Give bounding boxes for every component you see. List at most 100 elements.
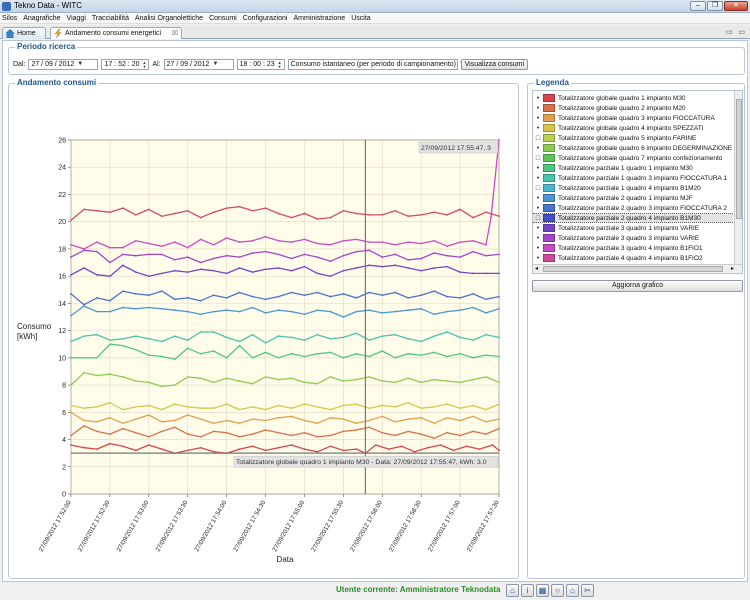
legend-item[interactable]: • Totalizzatore parziale 3 quadro 3 impia… [533,233,733,243]
data-point [186,246,189,249]
legend-toggle-mark[interactable]: • [533,145,543,152]
lock-icon[interactable]: ⌂ [566,584,579,597]
menu-consumi[interactable]: Consumi [209,13,237,23]
legend-toggle-mark[interactable]: □ [533,185,543,192]
menu-tracciabilita[interactable]: Tracciabilità [92,13,129,23]
legend-item[interactable]: • Totalizzatore globale quadro 3 impianto… [533,113,733,123]
legend-item[interactable]: • Totalizzatore parziale 3 quadro 4 impia… [533,243,733,253]
chevron-down-icon: ▼ [77,61,84,67]
legend-item[interactable]: □ Totalizzatore parziale 1 quadro 4 impia… [533,183,733,193]
data-point [212,350,215,352]
legend-horizontal-scrollbar[interactable]: ◂ ▸ [533,264,742,273]
data-point [238,310,241,313]
menu-amministrazione[interactable]: Amministrazione [293,13,345,23]
data-point [355,448,358,450]
consumo-mode-value: Consumo istantaneo (per periodo di campi… [290,61,456,68]
data-point [368,241,371,244]
legend-item[interactable]: • Totalizzatore parziale 2 quadro 1 impia… [533,193,733,203]
info-icon[interactable]: i [521,584,534,597]
legend-item[interactable]: □ Totalizzatore globale quadro 7 impianto… [533,153,733,163]
data-point [498,253,500,256]
close-button[interactable]: ✕ [724,1,748,11]
data-point [446,431,448,434]
legend-toggle-mark[interactable]: • [533,105,543,112]
data-point [134,418,137,420]
dal-date-picker[interactable]: 27 / 09 / 2012 ▼ [28,59,99,70]
data-point [433,406,436,408]
legend-item[interactable]: □ Totalizzatore globale quadro 5 impianto… [533,133,733,143]
legend-toggle-mark[interactable]: • [533,95,543,102]
home-icon[interactable]: ⌂ [506,584,519,597]
data-point [387,448,390,450]
legend-color-swatch [543,204,555,212]
tab-andamento-consumi[interactable]: Andamento consumi energetici ☒ [50,27,182,39]
data-point [498,295,500,298]
tab-close-icon[interactable]: ☒ [172,28,178,39]
dal-time-input[interactable]: 17 : 52 : 20 ▲ ▼ [101,59,150,70]
legend-toggle-mark[interactable]: • [533,235,543,242]
legend-color-swatch [543,224,555,232]
minimize-button[interactable]: – [690,1,706,11]
title-bar: Tekno Data - WITC – ❐ ✕ [0,0,750,13]
legend-item[interactable]: • Totalizzatore parziale 1 quadro 3 impia… [533,173,733,183]
grid-icon[interactable]: ▦ [536,584,549,597]
data-point [472,293,474,295]
legend-item[interactable]: • Totalizzatore globale quadro 4 impianto… [533,123,733,133]
legenda-panel: Legenda •Totalizzatore parziale 5 quadro… [527,78,745,579]
data-point [303,253,306,256]
legend-toggle-mark[interactable]: • [533,195,543,202]
tools-icon[interactable]: ✂ [581,584,594,597]
legend-toggle-mark[interactable]: □ [533,155,543,162]
data-point [407,418,410,420]
legend-item[interactable]: • Totalizzatore globale quadro 1 impianto… [533,93,733,103]
plot-area[interactable] [70,139,500,495]
aggiorna-grafico-button[interactable]: Aggiorna grafico [532,280,743,292]
legend-vertical-scrollbar[interactable] [734,91,742,265]
data-point [381,335,384,337]
main-content: Periodo ricerca Dal: 27 / 09 / 2012 ▼ 17… [2,40,748,582]
data-point [186,406,189,408]
legend-toggle-mark[interactable]: • [533,205,543,212]
legend-toggle-mark[interactable]: • [533,115,543,122]
legend-item[interactable]: • Totalizzatore globale quadro 2 impianto… [533,103,733,113]
legend-item[interactable]: • Totalizzatore parziale 2 quadro 3 impia… [533,203,733,213]
legend-toggle-mark[interactable]: • [533,225,543,232]
data-point [472,404,474,407]
legend-toggle-mark[interactable]: • [533,175,543,182]
menu-viaggi[interactable]: Viaggi [67,13,86,23]
tab-home[interactable]: Home [2,27,46,39]
scroll-thumb[interactable] [543,266,723,272]
scroll-thumb[interactable] [736,99,742,219]
refresh-icon[interactable]: ○ [551,584,564,597]
data-point [459,297,461,299]
tab-restore-icons[interactable]: ▭ ▭ [726,28,747,36]
menu-silos[interactable]: Silos [2,13,17,23]
legend-toggle-mark[interactable]: • [533,125,543,132]
data-point [433,378,436,381]
data-point [303,313,306,316]
menu-analisi[interactable]: Analisi Organolettiche [135,13,203,23]
maximize-button[interactable]: ❐ [707,1,723,11]
legend-toggle-mark[interactable]: • [533,255,543,262]
menu-configurazioni[interactable]: Configurazioni [243,13,288,23]
legend-toggle-mark[interactable]: • [533,245,543,252]
legend-item[interactable]: • Totalizzatore globale quadro 6 impianto… [533,143,733,153]
al-date-picker[interactable]: 27 / 09 / 2012 ▼ [163,59,234,70]
menu-uscita[interactable]: Uscita [351,13,370,23]
consumo-mode-select[interactable]: Consumo istantaneo (per periodo di campi… [287,59,465,70]
consumption-chart[interactable]: 0246810121416182022242627/09/2012 17:52:… [9,84,520,580]
data-point [147,354,150,356]
legend-toggle-mark[interactable]: □ [533,215,543,222]
al-time-input[interactable]: 18 : 00 : 23 ▲ ▼ [236,59,285,70]
legend-toggle-mark[interactable]: • [533,165,543,172]
legend-item[interactable]: □ Totalizzatore parziale 2 quadro 4 impia… [533,213,733,223]
legend-item[interactable]: • Totalizzatore parziale 4 quadro 4 impia… [533,253,733,263]
scroll-left-icon[interactable]: ◂ [535,265,538,272]
visualizza-consumi-button[interactable]: Visualizza consumi [460,59,529,70]
data-point [186,256,189,258]
legend-item[interactable]: • Totalizzatore parziale 1 quadro 1 impia… [533,163,733,173]
legend-toggle-mark[interactable]: □ [533,135,543,142]
legend-item[interactable]: • Totalizzatore parziale 3 quadro 1 impia… [533,223,733,233]
scroll-right-icon[interactable]: ▸ [731,265,734,272]
menu-anagrafiche[interactable]: Anagrafiche [23,13,60,23]
